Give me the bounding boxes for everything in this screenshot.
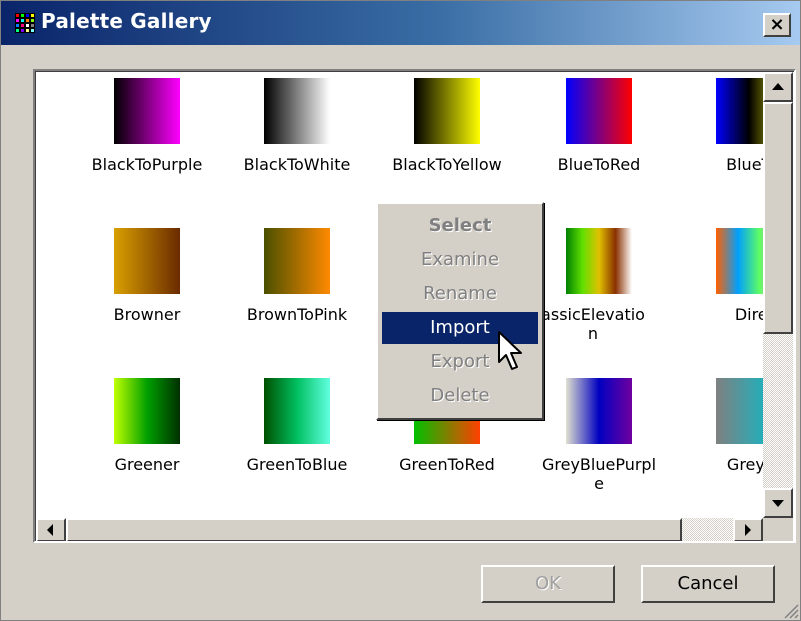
scroll-right-button[interactable]: [733, 518, 763, 541]
menu-item-examine[interactable]: Examine: [382, 244, 538, 276]
palette-label: GreenToRed: [399, 455, 495, 474]
palette-label: Directi: [734, 305, 763, 324]
palette-swatch[interactable]: [114, 78, 180, 144]
arrow-right-icon: [745, 524, 751, 536]
palette-label: Greener: [114, 455, 180, 474]
palette-label: BrownToPink: [246, 305, 348, 324]
palette-swatch[interactable]: [414, 78, 480, 144]
vertical-scroll-thumb[interactable]: [763, 102, 793, 334]
close-icon: ×: [769, 14, 785, 35]
palette-label: BlackToWhite: [243, 155, 351, 174]
context-menu: Select Examine Rename Import Export Dele…: [376, 202, 544, 420]
horizontal-scroll-thumb[interactable]: [66, 518, 682, 541]
arrow-up-icon: [772, 83, 784, 90]
mouse-pointer-icon: [498, 331, 522, 370]
arrow-left-icon: [47, 524, 53, 536]
palette-swatch[interactable]: [264, 78, 330, 144]
resize-grip-icon[interactable]: [781, 601, 799, 619]
scrollbar-corner: [763, 518, 793, 541]
palette-label: GreenToBlue: [246, 455, 348, 474]
ok-button[interactable]: OK: [481, 565, 615, 603]
cancel-button[interactable]: Cancel: [641, 565, 775, 603]
close-button[interactable]: ×: [763, 13, 791, 37]
palette-swatch[interactable]: [566, 78, 632, 144]
title-bar[interactable]: Palette Gallery ×: [1, 1, 800, 45]
palette-swatch[interactable]: [114, 228, 180, 294]
menu-item-select[interactable]: Select: [382, 210, 538, 242]
menu-item-delete[interactable]: Delete: [382, 380, 538, 412]
palette-label: GreyBluePurpl e: [541, 455, 657, 493]
palette-swatch[interactable]: [716, 378, 763, 444]
horizontal-scrollbar[interactable]: [36, 518, 763, 541]
palette-swatch[interactable]: [566, 378, 632, 444]
scroll-left-button[interactable]: [36, 518, 66, 541]
palette-swatch[interactable]: [716, 228, 763, 294]
palette-app-icon: [15, 13, 35, 33]
palette-swatch[interactable]: [264, 378, 330, 444]
palette-label: BlueToRed: [557, 155, 641, 174]
palette-label: BlueToYe: [726, 155, 763, 174]
palette-swatch[interactable]: [114, 378, 180, 444]
window-title: Palette Gallery: [41, 9, 212, 33]
palette-swatch[interactable]: [264, 228, 330, 294]
scroll-down-button[interactable]: [763, 488, 793, 518]
palette-label: BlackToPurple: [91, 155, 203, 174]
palette-label: GreyToLiue: [726, 455, 763, 474]
menu-item-rename[interactable]: Rename: [382, 278, 538, 310]
scroll-up-button[interactable]: [763, 72, 793, 102]
palette-label: Browner: [113, 305, 181, 324]
palette-label: BlackToYellow: [392, 155, 502, 174]
arrow-down-icon: [772, 500, 784, 507]
vertical-scrollbar[interactable]: [763, 72, 793, 518]
palette-swatch[interactable]: [716, 78, 763, 144]
palette-swatch[interactable]: [566, 228, 632, 294]
